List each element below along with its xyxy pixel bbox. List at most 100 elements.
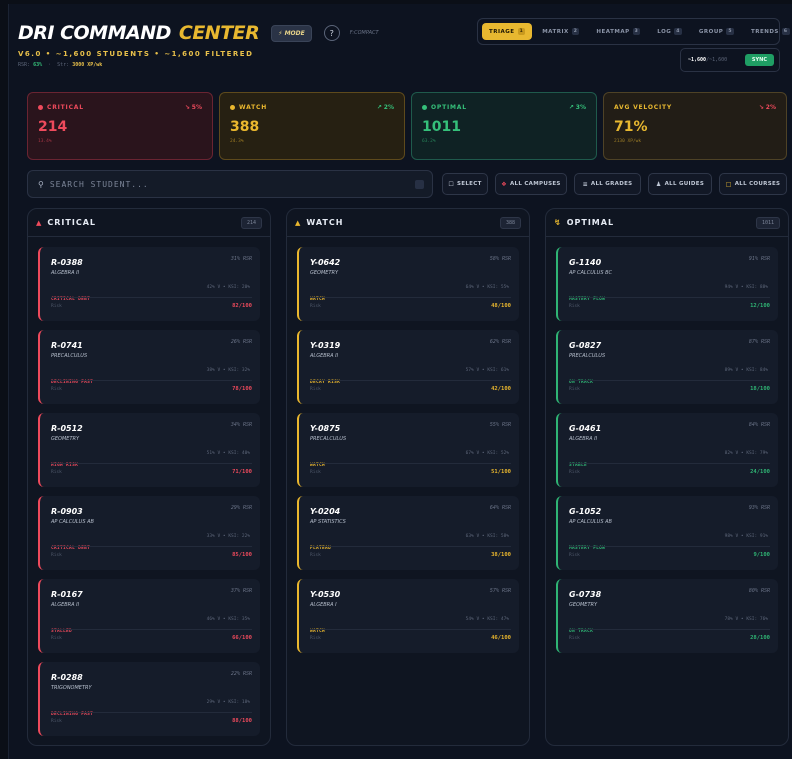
course-name: ALGEBRA II (51, 270, 80, 276)
student-card[interactable]: R-0512 34% RSR GEOMETRY HIGH RISK 51% V • KS… (38, 413, 260, 487)
sv-value: 3000 XP/wk (72, 62, 103, 68)
student-id: G-0827 (569, 341, 602, 350)
course-name: PRECALCULUS (569, 353, 606, 359)
velocity-meta: 29% V • KSI: 18% (206, 700, 250, 705)
rsr-value: 37% RSR (230, 588, 252, 594)
student-card[interactable]: R-0741 26% RSR PRECALCULUS DECLINING FAST 38… (38, 330, 260, 404)
student-id: Y-0204 (310, 507, 341, 516)
student-card[interactable]: G-0827 87% RSR PRECALCULUS ON TRACK 89% V • … (556, 330, 778, 404)
column-count: 214 (240, 217, 262, 229)
select-label: SELECT (457, 181, 482, 187)
risk-label: Risk (310, 636, 321, 641)
course-name: ALGEBRA II (310, 353, 339, 359)
tab-shortcut: 5 (726, 28, 734, 35)
rsr-value: 57% RSR (489, 588, 511, 594)
search-icon: ⚲ (38, 179, 44, 189)
guide-filter[interactable]: ♟ ALL GUIDES (648, 173, 712, 195)
search-input[interactable]: ⚲ SEARCH STUDENT... (27, 170, 433, 198)
velocity-meta: 51% V • KSI: 40% (206, 451, 250, 456)
student-card[interactable]: R-0167 37% RSR ALGEBRA II STALLED 46% V • KS… (38, 579, 260, 653)
tab-trends[interactable]: TRENDS 6 (744, 23, 792, 40)
risk-score: 38/100 (491, 552, 511, 558)
warning-icon: ▲ (36, 218, 43, 227)
student-card[interactable]: Y-0642 58% RSR GEOMETRY WATCH 64% V • KSI: 5… (297, 247, 519, 321)
help-button[interactable]: ? (323, 25, 340, 41)
stat-card-optimal[interactable]: OPTIMAL ↗ 3% 1011 63.2% (411, 92, 597, 160)
risk-label: Risk (569, 304, 580, 309)
student-card[interactable]: Y-0319 62% RSR ALGEBRA II DECAY RISK 57% V •… (297, 330, 519, 404)
tab-heatmap[interactable]: HEATMAP 3 (589, 23, 647, 40)
student-card[interactable]: Y-0530 57% RSR ALGEBRA I WATCH 54% V • KSI: … (297, 579, 519, 653)
stat-card-velocity[interactable]: AVG VELOCITY ↘ 2% 71% 2130 XP/wk (603, 92, 787, 160)
velocity-meta: 64% V • KSI: 55% (465, 285, 509, 290)
velocity-meta: 67% V • KSI: 52% (465, 451, 509, 456)
course-name: AP CALCULUS AB (51, 519, 94, 525)
search-shortcut-icon (415, 180, 424, 189)
sv-label: Str: (57, 62, 70, 68)
tab-log[interactable]: LOG 4 (650, 23, 689, 40)
risk-score: 18/100 (750, 386, 770, 392)
risk-label: Risk (51, 470, 62, 475)
grade-filter[interactable]: ≡ ALL GRADES (574, 173, 641, 195)
column-title: OPTIMAL (566, 218, 615, 227)
student-id: R-0741 (51, 341, 83, 350)
student-id: G-0461 (569, 424, 602, 433)
divider (569, 463, 770, 464)
student-id: R-0388 (51, 258, 83, 267)
student-card[interactable]: R-0288 22% RSR TRIGONOMETRY DECLINING FAST 2… (38, 662, 260, 736)
student-card[interactable]: G-0461 84% RSR ALGEBRA II STABLE 82% V • KSI… (556, 413, 778, 487)
app-title-accent: CENTER (178, 22, 260, 44)
divider (310, 546, 511, 547)
tab-shortcut: 2 (571, 28, 580, 35)
student-card[interactable]: R-0388 31% RSR ALGEBRA II CRITICAL DEBT 42% … (38, 247, 260, 321)
student-id: R-0903 (51, 507, 83, 516)
stat-value: 214 (38, 119, 68, 135)
risk-score: 66/100 (232, 635, 252, 641)
stat-change: ↗ 2% (376, 104, 394, 111)
critical-column: ▲ CRITICAL 214 R-0388 31% RSR ALGEBRA II CRI… (27, 208, 271, 746)
risk-score: 46/100 (491, 635, 511, 641)
compact-toggle[interactable]: F:COMPACT (350, 30, 379, 36)
tab-label: TRIAGE (489, 28, 515, 35)
stat-card-critical[interactable]: CRITICAL ↘ 5% 214 13.4% (27, 92, 213, 160)
velocity-meta: 33% V • KSI: 22% (206, 534, 250, 539)
stat-card-watch[interactable]: WATCH ↗ 2% 388 24.3% (219, 92, 405, 160)
tab-triage[interactable]: TRIAGE 1 (482, 23, 533, 40)
course-filter-label: ALL COURSES (734, 181, 781, 187)
divider (310, 380, 511, 381)
student-card[interactable]: Y-0204 64% RSR AP STATISTICS PLATEAU 63% V •… (297, 496, 519, 570)
sync-button[interactable]: SYNC (744, 54, 774, 66)
student-card[interactable]: Y-0875 55% RSR PRECALCULUS WATCH 67% V • KSI… (297, 413, 519, 487)
campus-filter[interactable]: ❖ ALL CAMPUSES (495, 173, 567, 195)
student-id: Y-0875 (310, 424, 341, 433)
student-card[interactable]: R-0903 29% RSR AP CALCULUS AB CRITICAL DEBT… (38, 496, 260, 570)
student-id: Y-0319 (310, 341, 341, 350)
divider (310, 629, 511, 630)
mode-button[interactable]: ⚡ MODE (271, 24, 312, 42)
student-id: G-1140 (569, 258, 602, 267)
student-card[interactable]: G-1052 93% RSR AP CALCULUS AB MASTERY FLOW 9… (556, 496, 778, 570)
search-placeholder: SEARCH STUDENT... (49, 179, 149, 189)
select-button[interactable]: ☐ SELECT (442, 173, 488, 195)
risk-label: Risk (569, 636, 580, 641)
tab-group[interactable]: GROUP 5 (692, 23, 741, 40)
sync-panel: ~1,600/~1,600 SYNC (680, 48, 780, 72)
rsr-label: RSR: (18, 62, 31, 68)
course-name: AP CALCULUS BC (569, 270, 613, 276)
tab-matrix[interactable]: MATRIX 2 (535, 23, 586, 40)
student-card[interactable]: G-0738 80% RSR GEOMETRY ON TRACK 78% V • KSI… (556, 579, 778, 653)
course-name: GEOMETRY (51, 436, 80, 442)
student-card[interactable]: G-1140 91% RSR AP CALCULUS BC MASTERY FLOW 9… (556, 247, 778, 321)
course-filter[interactable]: □ ALL COURSES (719, 173, 787, 195)
person-icon: ♟ (655, 180, 662, 188)
divider (569, 380, 770, 381)
risk-label: Risk (310, 470, 321, 475)
divider (51, 546, 252, 547)
book-icon: □ (725, 180, 732, 188)
rsr-value: 87% RSR (748, 339, 770, 345)
course-name: ALGEBRA II (569, 436, 598, 442)
divider (569, 629, 770, 630)
column-count: 1011 (755, 217, 780, 229)
student-id: G-1052 (569, 507, 602, 516)
risk-score: 9/100 (753, 552, 770, 558)
